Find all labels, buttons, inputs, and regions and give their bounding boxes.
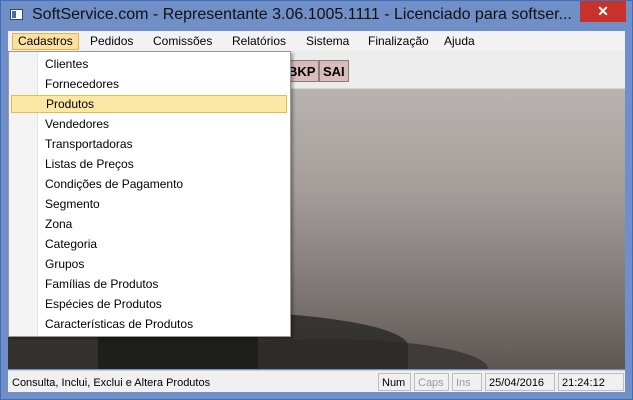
status-num: Num: [378, 373, 411, 391]
status-message: Consulta, Inclui, Exclui e Altera Produt…: [12, 377, 211, 389]
menu-item-condicoes-de-pagamento[interactable]: Condições de Pagamento: [11, 175, 287, 193]
exit-button[interactable]: SAI: [319, 60, 349, 82]
menu-item-listas-de-precos[interactable]: Listas de Preços: [11, 155, 287, 173]
menu-item-grupos[interactable]: Grupos: [11, 255, 287, 273]
menu-item-categoria[interactable]: Categoria: [11, 235, 287, 253]
menu-item-familias-de-produtos[interactable]: Famílias de Produtos: [11, 275, 287, 293]
menu-sistema[interactable]: Sistema: [301, 33, 354, 50]
status-caps: Caps: [414, 373, 449, 391]
menu-item-zona[interactable]: Zona: [11, 215, 287, 233]
menu-finalizacao[interactable]: Finalização: [363, 33, 434, 50]
menu-item-vendedores[interactable]: Vendedores: [11, 115, 287, 133]
status-date: 25/04/2016: [485, 373, 555, 391]
menu-item-transportadoras[interactable]: Transportadoras: [11, 135, 287, 153]
app-window: SoftService.com - Representante 3.06.100…: [0, 0, 633, 400]
app-icon: [10, 9, 23, 20]
menu-ajuda[interactable]: Ajuda: [439, 33, 480, 50]
window-title: SoftService.com - Representante 3.06.100…: [32, 6, 572, 23]
menu-comissoes[interactable]: Comissões: [148, 33, 217, 50]
menu-relatorios[interactable]: Relatórios: [227, 33, 291, 50]
menu-cadastros[interactable]: Cadastros: [12, 33, 79, 50]
title-bar[interactable]: SoftService.com - Representante 3.06.100…: [1, 1, 632, 31]
status-time: 21:24:12: [558, 373, 624, 391]
menu-bar: Cadastros Pedidos Comissões Relatórios S…: [8, 31, 625, 51]
menu-item-caracteristicas-de-produtos[interactable]: Características de Produtos: [11, 315, 287, 333]
close-button[interactable]: ✕: [580, 1, 626, 22]
menu-item-fornecedores[interactable]: Fornecedores: [11, 75, 287, 93]
menu-item-produtos[interactable]: Produtos: [11, 95, 287, 113]
menu-pedidos[interactable]: Pedidos: [85, 33, 138, 50]
menu-item-segmento[interactable]: Segmento: [11, 195, 287, 213]
status-bar: Consulta, Inclui, Exclui e Altera Produt…: [8, 370, 625, 392]
status-ins: Ins: [452, 373, 482, 391]
menu-item-especies-de-produtos[interactable]: Espécies de Produtos: [11, 295, 287, 313]
menu-item-clientes[interactable]: Clientes: [11, 55, 287, 73]
cadastros-menu: Clientes Fornecedores Produtos Vendedore…: [8, 51, 291, 337]
